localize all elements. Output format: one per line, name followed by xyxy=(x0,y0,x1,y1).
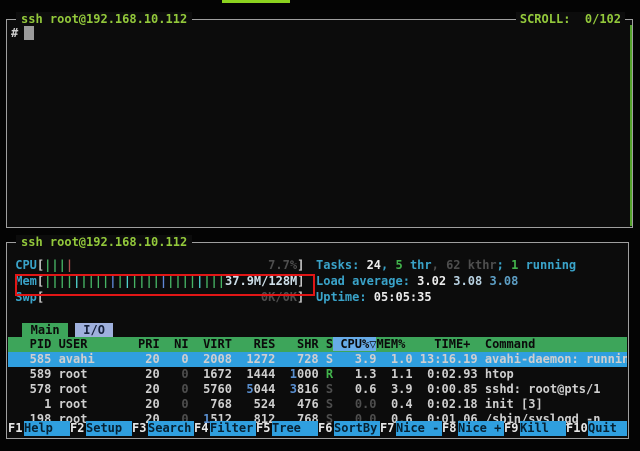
fnlabel-f1[interactable]: Help xyxy=(24,421,70,436)
htop-function-bar: F1HelpF2SetupF3SearchF4FilterF5TreeF6Sor… xyxy=(8,421,627,436)
fnkey-f8[interactable]: F8 xyxy=(442,421,458,436)
tasks-line: Tasks: 24, 5 thr, 62 kthr; 1 running xyxy=(316,257,576,273)
table-header: PID USER PRI NI VIRT RES SHR S CPU%▽MEM%… xyxy=(8,337,627,352)
cpu-meter: CPU[|||| 7.7%] xyxy=(8,257,305,273)
process-row-585[interactable]: 585 avahi 20 0 2008 1272 728 S 3.9 1.0 1… xyxy=(8,352,627,367)
process-row-1[interactable]: 1 root 20 0 768 524 476 S 0.0 0.4 0:02.1… xyxy=(8,397,627,412)
fnkey-f1[interactable]: F1 xyxy=(8,421,24,436)
fnlabel-f7[interactable]: Nice - xyxy=(396,421,442,436)
shell-prompt[interactable]: # xyxy=(11,26,34,41)
mem-annotation-box xyxy=(15,274,315,296)
fnlabel-f6[interactable]: SortBy xyxy=(334,421,380,436)
fnkey-f7[interactable]: F7 xyxy=(380,421,396,436)
tab-i-o[interactable]: I/O xyxy=(75,323,113,337)
fnkey-f10[interactable]: F10 xyxy=(566,421,588,436)
htop-stats: Tasks: 24, 5 thr, 62 kthr; 1 runningLoad… xyxy=(316,257,576,305)
fnlabel-f2[interactable]: Setup xyxy=(86,421,132,436)
scrollbar[interactable] xyxy=(630,25,632,226)
fnkey-f6[interactable]: F6 xyxy=(318,421,334,436)
fnkey-f4[interactable]: F4 xyxy=(194,421,210,436)
htop-process-table: PID USER PRI NI VIRT RES SHR S CPU%▽MEM%… xyxy=(8,337,627,427)
fnlabel-f8[interactable]: Nice + xyxy=(458,421,504,436)
fnlabel-f10[interactable]: Quit xyxy=(588,421,627,436)
fnkey-f5[interactable]: F5 xyxy=(256,421,272,436)
fnlabel-f5[interactable]: Tree xyxy=(272,421,318,436)
htop-tabs: Main I/O xyxy=(8,323,113,338)
cursor-block xyxy=(24,26,34,40)
load-average-line: Load average: 3.02 3.08 3.08 xyxy=(316,273,576,289)
prompt-symbol: # xyxy=(11,26,18,40)
column-cpu-sorted: CPU%▽ xyxy=(333,337,376,351)
fnkey-f3[interactable]: F3 xyxy=(132,421,148,436)
top-terminal-pane[interactable]: ssh root@192.168.10.112 SCROLL: 0/102 # xyxy=(6,19,633,228)
process-row-589[interactable]: 589 root 20 0 1672 1444 1000 R 1.3 1.1 0… xyxy=(8,367,627,382)
process-row-578[interactable]: 578 root 20 0 5760 5044 3816 S 0.6 3.9 0… xyxy=(8,382,627,397)
fnlabel-f4[interactable]: Filter xyxy=(210,421,256,436)
scroll-label: SCROLL: xyxy=(520,12,571,26)
fnkey-f9[interactable]: F9 xyxy=(504,421,520,436)
uptime-line: Uptime: 05:05:35 xyxy=(316,289,576,305)
scroll-indicator: SCROLL: 0/102 xyxy=(516,12,625,26)
fnkey-f2[interactable]: F2 xyxy=(70,421,86,436)
tab-main[interactable]: Main xyxy=(22,323,67,337)
bottom-terminal-pane[interactable]: ssh root@192.168.10.112 CPU[|||| 7.7%] M… xyxy=(6,242,629,439)
video-progress-bar xyxy=(222,0,290,3)
fnlabel-f9[interactable]: Kill xyxy=(520,421,566,436)
fnlabel-f3[interactable]: Search xyxy=(148,421,194,436)
scroll-value: 0/102 xyxy=(585,12,621,26)
bottom-pane-title: ssh root@192.168.10.112 xyxy=(16,235,192,249)
top-pane-title: ssh root@192.168.10.112 xyxy=(16,12,192,26)
